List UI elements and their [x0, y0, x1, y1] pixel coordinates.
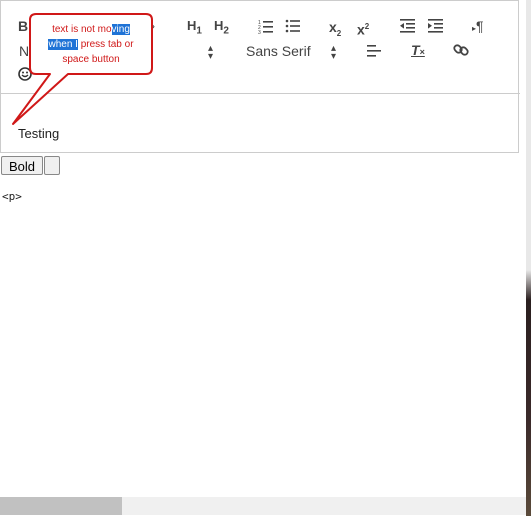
ordered-list-icon[interactable]: 1 2 3 — [258, 18, 274, 34]
clean-format-letter: T — [411, 42, 420, 58]
superscript-button[interactable]: x2 — [357, 19, 369, 38]
empty-button[interactable] — [44, 156, 60, 175]
svg-text:3: 3 — [258, 30, 261, 34]
superscript-x: x — [357, 21, 365, 38]
header1-button[interactable]: H1 — [187, 18, 202, 40]
outdent-icon[interactable] — [400, 18, 416, 34]
font-select[interactable]: Sans Serif — [246, 43, 311, 59]
font-select-caret-icon[interactable]: ▴ ▾ — [331, 44, 336, 62]
scrollbar-thumb[interactable] — [0, 497, 122, 515]
bold-button[interactable]: Bold — [1, 156, 43, 175]
bullet-list-icon[interactable] — [285, 18, 301, 34]
h2-sub: 2 — [223, 25, 229, 37]
callout-text-part5: space button — [62, 54, 120, 65]
horizontal-scrollbar[interactable] — [0, 497, 526, 515]
header-select-caret-icon[interactable]: ▴ ▾ — [208, 44, 213, 62]
indent-icon[interactable] — [428, 18, 444, 34]
callout-text-part1: text is not mo — [52, 24, 112, 35]
header2-button[interactable]: H2 — [214, 18, 229, 40]
subscript-2: 2 — [336, 28, 342, 38]
background-strip — [526, 0, 531, 516]
h1-sub: 1 — [196, 25, 202, 37]
subscript-x: x — [329, 19, 337, 35]
callout-text: text is not moving when I press tab or s… — [37, 22, 145, 67]
clean-format-button[interactable]: T× — [411, 42, 425, 60]
font-select-value: Sans Serif — [246, 43, 311, 59]
callout-text-highlight2: when I — [48, 39, 78, 50]
h2-letter: H — [214, 18, 224, 33]
link-icon[interactable] — [453, 42, 469, 58]
text-direction-button[interactable]: ▸¶ — [472, 18, 484, 37]
subscript-button[interactable]: x2 — [329, 19, 341, 42]
clean-x-icon: × — [419, 47, 425, 57]
align-left-icon[interactable] — [367, 44, 382, 58]
h1-letter: H — [187, 18, 197, 33]
callout-text-part4: press tab or — [77, 39, 134, 50]
pilcrow: ¶ — [476, 18, 484, 34]
html-output: <p> — [2, 190, 22, 203]
callout-text-highlight1: ving — [111, 24, 130, 35]
superscript-2: 2 — [364, 22, 370, 31]
